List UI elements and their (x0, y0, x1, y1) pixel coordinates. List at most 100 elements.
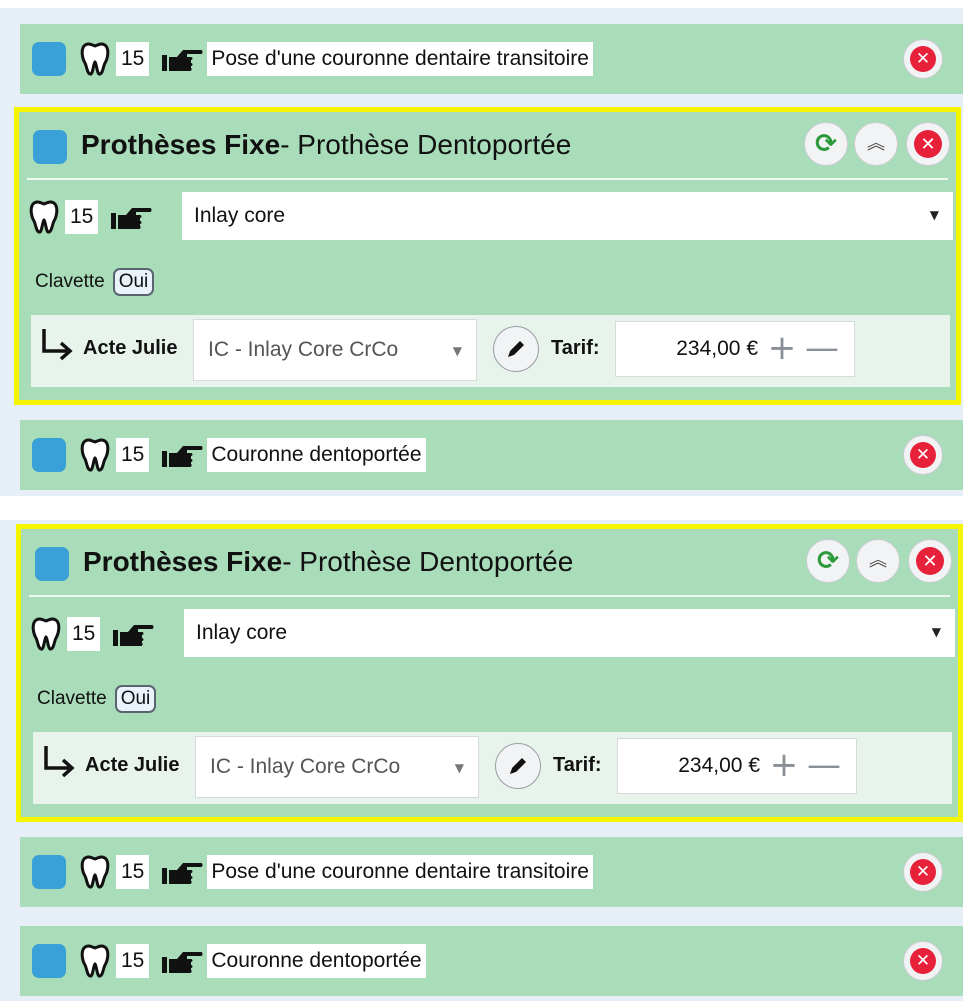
acte-value: IC - Inlay Core CrCo (210, 755, 401, 778)
acte-row: Acte Julie IC - Inlay Core CrCo ▼ Tarif:… (33, 732, 952, 804)
refresh-button[interactable]: ⟳ (806, 539, 850, 583)
acte-select[interactable]: IC - Inlay Core CrCo ▼ (195, 736, 479, 798)
close-icon: ✕ (914, 130, 942, 158)
remove-button[interactable]: ✕ (903, 852, 943, 892)
procedure-row[interactable]: 15 Pose d'une couronne dentaire transito… (20, 24, 963, 94)
tarif-value: 234,00 € (678, 754, 760, 777)
procedure-type-select[interactable]: Inlay core ▼ (182, 192, 953, 240)
chevron-down-icon: ▼ (454, 761, 464, 775)
acte-label: Acte Julie (83, 337, 178, 359)
close-icon: ✕ (916, 547, 944, 575)
chevron-double-up-icon: ︽ (867, 133, 885, 154)
select-checkbox[interactable] (35, 547, 69, 581)
collapse-button[interactable]: ︽ (854, 122, 898, 166)
divider (29, 595, 950, 597)
card-title-category: Prothèses Fixe (83, 546, 283, 577)
decrease-button[interactable]: — (804, 330, 840, 366)
acte-value: IC - Inlay Core CrCo (208, 338, 399, 361)
tooth-number: 15 (116, 438, 150, 472)
tarif-value: 234,00 € (676, 337, 758, 360)
pencil-icon (508, 341, 524, 357)
pointing-hand-icon (110, 204, 152, 230)
increase-button[interactable]: + (766, 747, 802, 783)
procedure-description: Couronne dentoportée (207, 438, 426, 472)
close-icon: ✕ (910, 442, 936, 468)
clavette-toggle[interactable]: Oui (114, 685, 157, 713)
select-checkbox[interactable] (33, 130, 67, 164)
chevron-down-icon: ▼ (931, 625, 941, 639)
return-arrow-icon (39, 327, 75, 361)
tooth-number: 15 (116, 855, 150, 889)
select-checkbox[interactable] (32, 944, 66, 978)
refresh-icon: ⟳ (817, 546, 839, 576)
pointing-hand-icon (161, 46, 203, 72)
procedure-description: Pose d'une couronne dentaire transitoire (207, 42, 593, 76)
card-title-subtype: - Prothèse Dentoportée (282, 546, 574, 577)
procedure-type-value: Inlay core (196, 621, 288, 644)
tooth-icon (31, 617, 61, 651)
tooth-number: 15 (65, 200, 99, 234)
tooth-icon (80, 944, 110, 978)
chevron-down-icon: ▼ (452, 344, 462, 358)
divider (27, 178, 948, 180)
clavette-row: Clavette Oui (35, 267, 155, 297)
edit-button[interactable] (495, 743, 541, 789)
refresh-button[interactable]: ⟳ (804, 122, 848, 166)
card-header: Prothèses Fixe- Prothèse Dentoportée ⟳ ︽… (19, 112, 956, 176)
clavette-toggle[interactable]: Oui (112, 268, 155, 296)
procedure-panel-1: 15 Pose d'une couronne dentaire transito… (0, 8, 963, 496)
clavette-label: Clavette (35, 271, 105, 292)
tarif-field[interactable]: 234,00 € + — (617, 738, 857, 794)
tarif-label: Tarif: (553, 754, 602, 776)
close-icon: ✕ (910, 859, 936, 885)
collapse-button[interactable]: ︽ (856, 539, 900, 583)
procedure-row[interactable]: 15 Pose d'une couronne dentaire transito… (20, 837, 963, 907)
acte-label: Acte Julie (85, 754, 180, 776)
pointing-hand-icon (112, 621, 154, 647)
procedure-panel-2: Prothèses Fixe- Prothèse Dentoportée ⟳ ︽… (0, 520, 963, 1001)
edit-button[interactable] (493, 326, 539, 372)
remove-button[interactable]: ✕ (903, 39, 943, 79)
return-arrow-icon (41, 744, 77, 778)
card-title: Prothèses Fixe- Prothèse Dentoportée (83, 542, 573, 582)
pointing-hand-icon (161, 442, 203, 468)
pointing-hand-icon (161, 859, 203, 885)
pencil-icon (510, 758, 526, 774)
increase-button[interactable]: + (764, 330, 800, 366)
tooth-number: 15 (116, 42, 150, 76)
tooth-icon (80, 42, 110, 76)
close-icon: ✕ (910, 948, 936, 974)
select-checkbox[interactable] (32, 42, 66, 76)
procedure-card-expanded: Prothèses Fixe- Prothèse Dentoportée ⟳ ︽… (16, 524, 963, 822)
acte-row: Acte Julie IC - Inlay Core CrCo ▼ Tarif:… (31, 315, 950, 387)
chevron-double-up-icon: ︽ (869, 550, 887, 571)
select-checkbox[interactable] (32, 855, 66, 889)
remove-button[interactable]: ✕ (908, 539, 952, 583)
procedure-type-select[interactable]: Inlay core ▼ (184, 609, 955, 657)
tooth-number: 15 (67, 617, 101, 651)
clavette-row: Clavette Oui (37, 684, 157, 714)
procedure-type-value: Inlay core (194, 204, 286, 227)
card-title-category: Prothèses Fixe (81, 129, 281, 160)
chevron-down-icon: ▼ (929, 208, 939, 222)
tarif-field[interactable]: 234,00 € + — (615, 321, 855, 377)
procedure-description: Couronne dentoportée (207, 944, 426, 978)
select-checkbox[interactable] (32, 438, 66, 472)
procedure-row[interactable]: 15 Couronne dentoportée ✕ (20, 926, 963, 996)
procedure-card-expanded: Prothèses Fixe- Prothèse Dentoportée ⟳ ︽… (14, 107, 961, 405)
procedure-row[interactable]: 15 Couronne dentoportée ✕ (20, 420, 963, 490)
tooth-icon (29, 200, 59, 234)
procedure-description: Pose d'une couronne dentaire transitoire (207, 855, 593, 889)
clavette-label: Clavette (37, 688, 107, 709)
remove-button[interactable]: ✕ (906, 122, 950, 166)
decrease-button[interactable]: — (806, 747, 842, 783)
tooth-icon (80, 438, 110, 472)
remove-button[interactable]: ✕ (903, 435, 943, 475)
card-title-subtype: - Prothèse Dentoportée (280, 129, 572, 160)
remove-button[interactable]: ✕ (903, 941, 943, 981)
refresh-icon: ⟳ (815, 129, 837, 159)
tarif-label: Tarif: (551, 337, 600, 359)
pointing-hand-icon (161, 948, 203, 974)
acte-select[interactable]: IC - Inlay Core CrCo ▼ (193, 319, 477, 381)
card-header: Prothèses Fixe- Prothèse Dentoportée ⟳ ︽… (21, 529, 958, 593)
